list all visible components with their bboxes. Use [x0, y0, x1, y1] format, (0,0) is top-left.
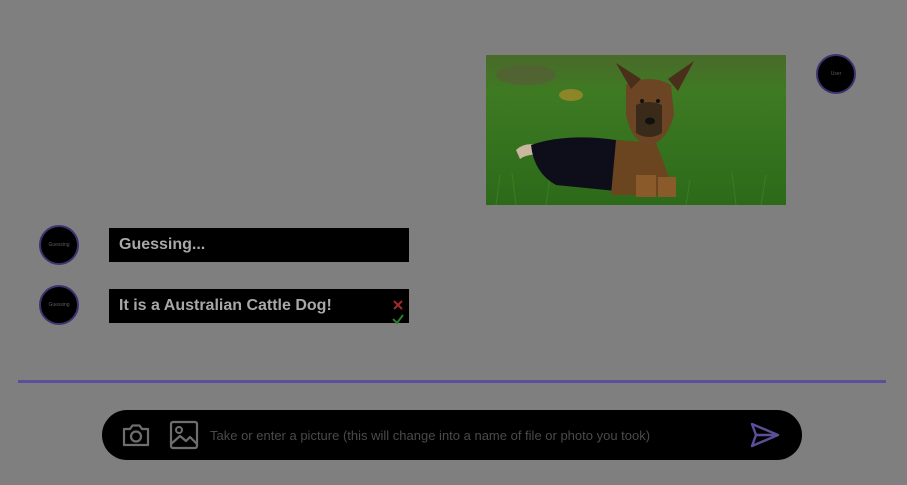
camera-icon [122, 424, 150, 447]
bot-message-text: Guessing... [119, 236, 206, 253]
composer-divider [18, 380, 886, 383]
camera-button[interactable] [120, 419, 152, 451]
bot-avatar-label: Guessing [48, 242, 70, 248]
reject-answer-button[interactable] [391, 291, 405, 310]
bot-answer-bubble: It is a Australian Cattle Dog! [109, 289, 409, 325]
bot-avatar: Guessing [39, 285, 79, 325]
gallery-button[interactable] [168, 419, 200, 451]
answer-feedback [391, 291, 405, 325]
user-avatar: User [816, 54, 856, 94]
user-photo-message [486, 55, 786, 205]
bot-message-bubble: Guessing... [109, 228, 409, 262]
send-button[interactable] [748, 419, 782, 451]
bot-avatar: Guessing [39, 225, 79, 265]
user-avatar-label: User [830, 71, 842, 77]
image-icon [169, 420, 199, 450]
check-icon [392, 314, 404, 325]
message-composer [102, 410, 802, 460]
bot-answer-text: It is a Australian Cattle Dog! [119, 297, 332, 314]
send-icon [750, 422, 780, 448]
picture-input[interactable] [210, 422, 730, 448]
accept-answer-button[interactable] [391, 305, 405, 325]
dog-photo [486, 55, 786, 205]
bot-avatar-label: Guessing [48, 302, 70, 308]
